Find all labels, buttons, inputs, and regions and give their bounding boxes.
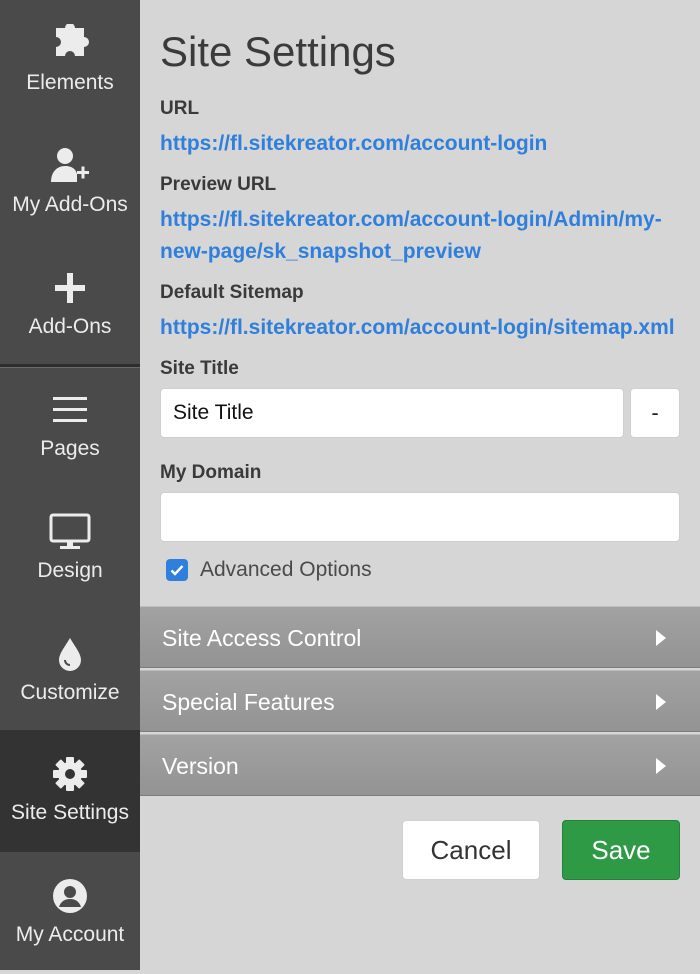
account-icon xyxy=(0,876,140,916)
accordion-label: Site Access Control xyxy=(162,625,362,651)
url-link[interactable]: https://fl.sitekreator.com/account-login xyxy=(160,128,690,160)
sidebar-item-label: Add-Ons xyxy=(28,315,112,338)
preview-url-label: Preview URL xyxy=(160,174,277,195)
sidebar-item-site-settings[interactable]: Site Settings xyxy=(0,730,140,852)
sidebar-item-design[interactable]: Design xyxy=(0,488,140,610)
save-button[interactable]: Save xyxy=(562,820,680,880)
caret-right-icon xyxy=(656,758,666,774)
accordion-version[interactable]: Version xyxy=(140,734,700,796)
url-label: URL xyxy=(160,98,200,119)
advanced-options-label: Advanced Options xyxy=(200,558,372,581)
sidebar-item-my-add-ons[interactable]: My Add-Ons xyxy=(0,122,140,244)
caret-right-icon xyxy=(656,694,666,710)
site-title-label: Site Title xyxy=(160,358,239,379)
sitemap-link[interactable]: https://fl.sitekreator.com/account-login… xyxy=(160,312,690,344)
accordion-site-access-control[interactable]: Site Access Control xyxy=(140,606,700,668)
settings-panel: Site Settings URL https://fl.sitekreator… xyxy=(140,0,700,970)
gear-icon xyxy=(0,754,140,794)
accordion-special-features[interactable]: Special Features xyxy=(140,670,700,732)
sidebar-item-my-account[interactable]: My Account xyxy=(0,852,140,974)
accordion-label: Version xyxy=(162,753,239,779)
sidebar-item-elements[interactable]: Elements xyxy=(0,0,140,122)
caret-right-icon xyxy=(656,630,666,646)
preview-url-link[interactable]: https://fl.sitekreator.com/account-login… xyxy=(160,204,690,268)
sidebar-item-label: My Account xyxy=(15,923,125,946)
page-title: Site Settings xyxy=(160,28,396,75)
site-title-dash-button[interactable]: - xyxy=(630,388,680,438)
sidebar-item-label: Site Settings xyxy=(11,801,129,824)
sidebar-item-label: Pages xyxy=(40,437,100,460)
sidebar-item-label: My Add-Ons xyxy=(12,193,128,216)
sitemap-label: Default Sitemap xyxy=(160,282,304,303)
domain-input[interactable] xyxy=(160,492,680,542)
advanced-options-checkbox[interactable] xyxy=(166,559,188,581)
cancel-button[interactable]: Cancel xyxy=(402,820,540,880)
plus-icon xyxy=(0,268,140,308)
sidebar-item-label: Design xyxy=(37,559,103,582)
domain-label: My Domain xyxy=(160,462,262,483)
sidebar-item-add-ons[interactable]: Add-Ons xyxy=(0,244,140,366)
menu-icon xyxy=(0,390,140,430)
checkmark-icon xyxy=(170,565,184,576)
droplet-icon xyxy=(0,634,140,674)
sidebar-item-label: Elements xyxy=(26,71,114,94)
monitor-icon xyxy=(0,512,140,552)
puzzle-icon xyxy=(0,24,140,64)
sidebar-item-pages[interactable]: Pages xyxy=(0,366,140,488)
accordion-label: Special Features xyxy=(162,689,335,715)
sidebar: Elements My Add-Ons Add-Ons Pages Design… xyxy=(0,0,140,970)
sidebar-item-customize[interactable]: Customize xyxy=(0,610,140,732)
site-title-input[interactable] xyxy=(160,388,624,438)
user-plus-icon xyxy=(0,146,140,186)
sidebar-item-label: Customize xyxy=(20,681,120,704)
